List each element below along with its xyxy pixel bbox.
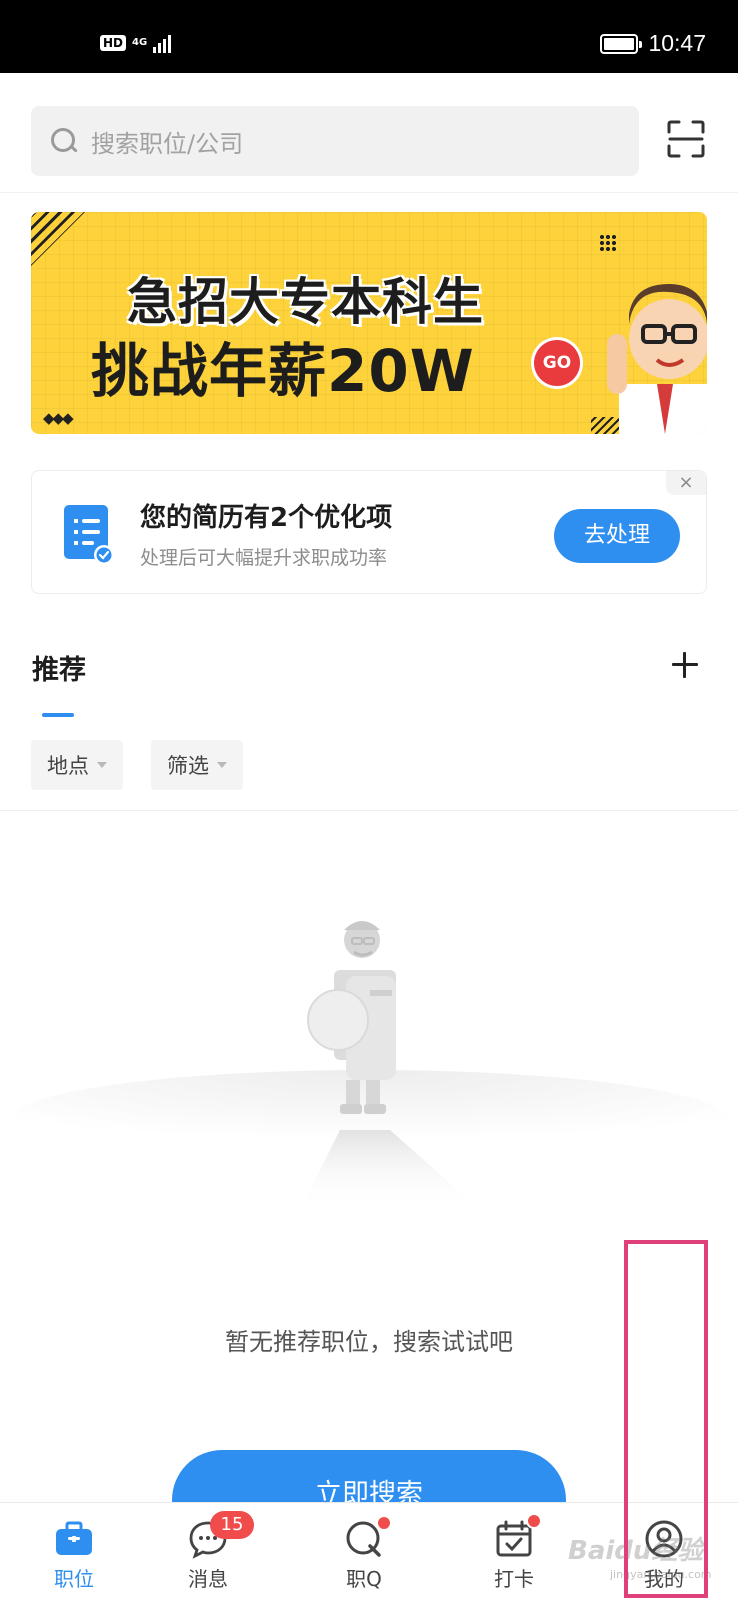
mascot-illustration xyxy=(607,284,707,434)
notification-dot xyxy=(376,1515,392,1531)
caret-down-icon xyxy=(217,762,227,768)
status-left: HD 4G xyxy=(100,33,172,53)
search-icon xyxy=(51,128,77,154)
resume-tip-card[interactable]: 您的简历有2个优化项 处理后可大幅提升求职成功率 去处理 × xyxy=(31,470,707,594)
filter-more[interactable]: 筛选 xyxy=(151,740,243,790)
banner-stripes-decoration xyxy=(31,212,85,266)
nav-item-zhiq[interactable]: 职Q xyxy=(304,1503,424,1600)
resume-tip-title: 您的简历有2个优化项 xyxy=(140,503,393,533)
filter-location-label: 地点 xyxy=(47,754,89,778)
add-icon[interactable] xyxy=(670,650,700,680)
divider xyxy=(0,810,738,811)
battery-icon xyxy=(600,33,643,54)
document-check-icon xyxy=(64,505,114,565)
scan-button[interactable] xyxy=(666,119,706,159)
nav-label: 消息 xyxy=(188,1567,228,1591)
tab-recommend[interactable]: 推荐 xyxy=(32,648,86,687)
status-time: 10:47 xyxy=(648,30,706,56)
watermark: Baidu经验 xyxy=(568,1536,704,1566)
status-bar: HD 4G 10:47 xyxy=(0,0,738,73)
message-count-badge: 15 xyxy=(210,1511,254,1539)
banner-diamonds-decoration: ◆◆◆ xyxy=(43,409,74,427)
tab-indicator xyxy=(42,713,74,717)
status-right: 10:47 xyxy=(600,30,706,57)
watermark-url: jingyan.baidu.com xyxy=(610,1568,712,1581)
search-placeholder: 搜索职位/公司 xyxy=(91,129,244,158)
empty-message: 暂无推荐职位，搜索试试吧 xyxy=(225,1328,513,1356)
go-badge: GO xyxy=(534,340,580,386)
process-button[interactable]: 去处理 xyxy=(554,509,680,563)
scan-icon xyxy=(667,120,705,158)
nav-label: 打卡 xyxy=(494,1567,534,1591)
banner-dots-decoration xyxy=(599,234,617,252)
network-label: 4G xyxy=(132,37,148,48)
close-icon[interactable]: × xyxy=(666,471,706,495)
promo-banner[interactable]: ◆◆◆ 急招大专本科生 挑战年薪20W GO xyxy=(31,212,707,434)
empty-illustration xyxy=(9,921,729,1210)
nav-item-checkin[interactable]: 打卡 xyxy=(454,1503,574,1600)
signal-icon xyxy=(153,33,172,53)
hd-badge: HD xyxy=(100,35,127,51)
filter-location[interactable]: 地点 xyxy=(31,740,123,790)
nav-label: 职位 xyxy=(54,1567,94,1591)
search-row: 搜索职位/公司 xyxy=(0,73,738,193)
resume-tip-subtitle: 处理后可大幅提升求职成功率 xyxy=(140,547,388,569)
nav-label: 职Q xyxy=(346,1567,382,1591)
caret-down-icon xyxy=(97,762,107,768)
banner-salary: 挑战年薪20W xyxy=(91,337,475,405)
search-input[interactable]: 搜索职位/公司 xyxy=(31,106,639,176)
nav-item-jobs[interactable]: 职位 xyxy=(14,1503,134,1600)
briefcase-icon xyxy=(56,1521,92,1555)
notification-dot xyxy=(526,1513,542,1529)
filter-more-label: 筛选 xyxy=(167,754,209,778)
nav-item-messages[interactable]: 15 消息 xyxy=(148,1503,268,1600)
